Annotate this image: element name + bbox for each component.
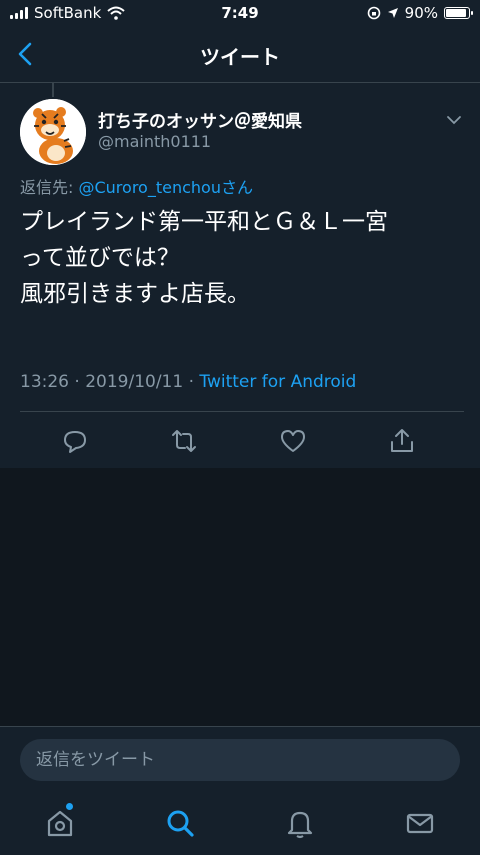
tweet-meta: 13:26 · 2019/10/11 · Twitter for Android — [20, 372, 356, 392]
thread-line — [52, 83, 54, 97]
divider — [20, 411, 464, 412]
location-icon — [387, 8, 398, 18]
user-name[interactable]: 打ち子のオッサン＠愛知県 — [98, 107, 302, 132]
battery-percent: 90% — [404, 4, 438, 22]
search-icon[interactable] — [164, 807, 196, 839]
battery-icon — [444, 7, 473, 19]
notification-dot — [66, 803, 73, 810]
source-link[interactable]: Twitter for Android — [199, 372, 356, 392]
reply-icon[interactable] — [61, 427, 89, 455]
page-title: ツイート — [200, 45, 280, 69]
bottom-panel: 返信をツイート — [0, 726, 480, 855]
reply-to-line: 返信先: @Curoro_tenchouさん — [20, 174, 253, 198]
tweet-line: って並びでは？ — [20, 245, 180, 271]
action-bar — [0, 423, 480, 459]
messages-envelope-icon[interactable] — [404, 807, 436, 839]
reply-mention-link[interactable]: @Curoro_tenchou — [78, 178, 220, 197]
chevron-down-icon[interactable] — [446, 115, 462, 125]
avatar[interactable] — [20, 99, 86, 165]
reply-to-label: 返信先: — [20, 178, 79, 197]
tweet-detail: 打ち子のオッサン＠愛知県 @mainth0111 返信先: @Curoro_te… — [0, 83, 480, 468]
rotation-lock-icon — [367, 6, 380, 20]
share-icon[interactable] — [388, 427, 416, 455]
notifications-bell-icon[interactable] — [284, 807, 316, 839]
retweet-icon[interactable] — [170, 427, 198, 455]
tweet-text: プレイランド第一平和とＧ＆Ｌ一宮 って並びでは？ 風邪引きますよ店長。 — [20, 204, 460, 312]
tweet-line: プレイランド第一平和とＧ＆Ｌ一宮 — [20, 209, 388, 235]
tiger-avatar-icon — [20, 99, 86, 165]
user-handle[interactable]: @mainth0111 — [98, 132, 211, 151]
tweet-timestamp: 13:26 · 2019/10/11 · — [20, 372, 200, 392]
nav-bar: ツイート — [0, 26, 480, 83]
reply-input[interactable]: 返信をツイート — [20, 739, 460, 781]
tweet-line: 風邪引きますよ店長。 — [20, 281, 250, 307]
reply-suffix: さん — [220, 178, 253, 197]
like-heart-icon[interactable] — [279, 427, 307, 455]
status-bar: SoftBank 7:49 90% — [0, 0, 480, 26]
home-icon[interactable] — [44, 807, 76, 839]
